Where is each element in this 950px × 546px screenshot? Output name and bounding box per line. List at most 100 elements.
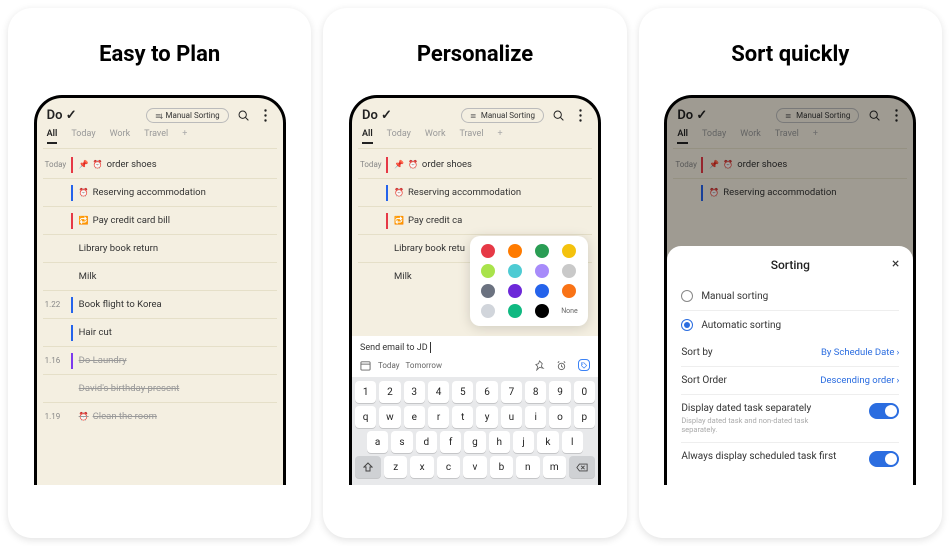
task-row[interactable]: 🔁Pay credit ca — [358, 209, 592, 232]
color-swatch[interactable] — [508, 304, 522, 318]
radio-automatic-sorting[interactable]: Automatic sorting — [681, 310, 899, 339]
color-swatch[interactable] — [535, 264, 549, 278]
key-5[interactable]: 5 — [452, 381, 473, 403]
color-swatch[interactable] — [481, 284, 495, 298]
task-row[interactable]: Today 📌⏰order shoes — [43, 153, 277, 176]
key-d[interactable]: d — [416, 431, 437, 453]
key-j[interactable]: j — [513, 431, 534, 453]
color-swatch[interactable] — [535, 304, 549, 318]
tab-travel[interactable]: Travel — [144, 129, 168, 144]
key-s[interactable]: s — [391, 431, 412, 453]
key-k[interactable]: k — [537, 431, 558, 453]
calendar-icon[interactable] — [360, 359, 372, 371]
key-p[interactable]: p — [574, 406, 595, 428]
key-6[interactable]: 6 — [476, 381, 497, 403]
toggle-dated-separately[interactable]: Display dated task separately Display da… — [681, 394, 899, 442]
key-n[interactable]: n — [516, 456, 539, 478]
sort-chip[interactable]: Manual Sorting — [146, 108, 229, 123]
tab-all[interactable]: All — [47, 129, 58, 144]
more-icon[interactable] — [574, 109, 588, 123]
add-tab-button[interactable]: + — [182, 129, 187, 144]
option-sort-order[interactable]: Sort Order Descending order› — [681, 366, 899, 394]
key-q[interactable]: q — [355, 406, 376, 428]
color-swatch[interactable] — [481, 304, 495, 318]
search-icon[interactable] — [552, 109, 566, 123]
key-7[interactable]: 7 — [501, 381, 522, 403]
color-swatch[interactable] — [535, 244, 549, 258]
key-3[interactable]: 3 — [404, 381, 425, 403]
task-row[interactable]: ⏰Reserving accommodation — [43, 181, 277, 204]
key-g[interactable]: g — [464, 431, 485, 453]
tag-icon[interactable] — [578, 359, 590, 371]
toggle-scheduled-first[interactable]: Always display scheduled task first — [681, 442, 899, 475]
task-row[interactable]: David's birthday present — [43, 377, 277, 400]
key-z[interactable]: z — [384, 456, 407, 478]
key-9[interactable]: 9 — [549, 381, 570, 403]
close-icon[interactable]: × — [892, 256, 899, 272]
chip-tomorrow[interactable]: Tomorrow — [406, 361, 442, 370]
backspace-key[interactable] — [569, 456, 595, 478]
task-row[interactable]: Hair cut — [43, 321, 277, 344]
key-i[interactable]: i — [525, 406, 546, 428]
tab-travel[interactable]: Travel — [460, 129, 484, 144]
alarm-icon[interactable] — [556, 359, 568, 371]
color-swatch[interactable] — [481, 244, 495, 258]
color-swatch[interactable] — [562, 244, 576, 258]
add-tab-button[interactable]: + — [498, 129, 503, 144]
switch-on-icon[interactable] — [869, 403, 899, 419]
key-e[interactable]: e — [404, 406, 425, 428]
key-y[interactable]: y — [476, 406, 497, 428]
tab-work[interactable]: Work — [425, 129, 446, 144]
task-row[interactable]: 1.22 Book flight to Korea — [43, 293, 277, 316]
color-swatch[interactable] — [508, 264, 522, 278]
tab-today[interactable]: Today — [71, 129, 95, 144]
key-b[interactable]: b — [490, 456, 513, 478]
key-r[interactable]: r — [428, 406, 449, 428]
key-t[interactable]: t — [452, 406, 473, 428]
search-icon[interactable] — [237, 109, 251, 123]
key-o[interactable]: o — [549, 406, 570, 428]
chip-today[interactable]: Today — [378, 361, 400, 370]
key-v[interactable]: v — [463, 456, 486, 478]
key-l[interactable]: l — [562, 431, 583, 453]
task-row[interactable]: Library book return — [43, 237, 277, 260]
tab-today[interactable]: Today — [387, 129, 411, 144]
color-swatch[interactable] — [562, 284, 576, 298]
key-c[interactable]: c — [437, 456, 460, 478]
shift-key[interactable] — [355, 456, 381, 478]
switch-on-icon[interactable] — [869, 451, 899, 467]
key-2[interactable]: 2 — [379, 381, 400, 403]
task-row[interactable]: ⏰Reserving accommodation — [358, 181, 592, 204]
task-row[interactable]: Today📌⏰order shoes — [358, 153, 592, 176]
task-input[interactable]: Send email to JD — [352, 336, 598, 355]
more-icon[interactable] — [259, 109, 273, 123]
key-a[interactable]: a — [367, 431, 388, 453]
color-swatch[interactable] — [535, 284, 549, 298]
key-4[interactable]: 4 — [428, 381, 449, 403]
key-8[interactable]: 8 — [525, 381, 546, 403]
task-row[interactable]: Milk — [43, 265, 277, 288]
key-h[interactable]: h — [489, 431, 510, 453]
task-row[interactable]: 1.16 Do Laundry — [43, 349, 277, 372]
soft-keyboard[interactable]: 1234567890 qwertyuiop asdfghjkl zxcvbnm — [352, 377, 598, 485]
tab-all[interactable]: All — [362, 129, 373, 144]
tab-work[interactable]: Work — [110, 129, 131, 144]
task-row[interactable]: 1.19 ⏰Clean the room — [43, 405, 277, 428]
key-m[interactable]: m — [543, 456, 566, 478]
color-none[interactable]: None — [561, 307, 578, 315]
key-f[interactable]: f — [440, 431, 461, 453]
option-sort-by[interactable]: Sort by By Schedule Date› — [681, 339, 899, 366]
color-swatch[interactable] — [508, 284, 522, 298]
color-swatch[interactable] — [508, 244, 522, 258]
sort-chip[interactable]: Manual Sorting — [461, 108, 544, 123]
key-1[interactable]: 1 — [355, 381, 376, 403]
key-w[interactable]: w — [379, 406, 400, 428]
key-0[interactable]: 0 — [574, 381, 595, 403]
color-swatch[interactable] — [481, 264, 495, 278]
key-x[interactable]: x — [410, 456, 433, 478]
pin-icon[interactable] — [534, 359, 546, 371]
key-u[interactable]: u — [501, 406, 522, 428]
color-swatch[interactable] — [562, 264, 576, 278]
radio-manual-sorting[interactable]: Manual sorting — [681, 282, 899, 310]
task-row[interactable]: 🔁Pay credit card bill — [43, 209, 277, 232]
